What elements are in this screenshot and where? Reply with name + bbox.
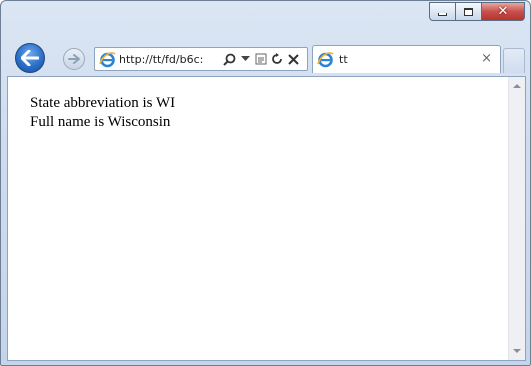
compatibility-view-icon[interactable] (253, 50, 269, 68)
scroll-up-icon[interactable] (513, 84, 521, 88)
maximize-button[interactable] (456, 2, 482, 21)
close-icon: ✕ (497, 4, 509, 19)
browser-window: ✕ http://tt/fd/b6c: tt × State abbreviat… (0, 0, 531, 366)
close-window-button[interactable]: ✕ (482, 2, 525, 21)
page-content: State abbreviation is WI Full name is Wi… (8, 77, 508, 360)
search-icon[interactable] (221, 50, 237, 68)
scroll-down-icon[interactable] (513, 349, 521, 353)
new-tab-button[interactable] (503, 48, 525, 73)
tab-ie-logo-icon (317, 52, 334, 68)
dropdown-icon[interactable] (237, 50, 253, 68)
forward-button[interactable] (63, 48, 85, 70)
forward-arrow-icon (68, 54, 80, 64)
back-arrow-icon (21, 50, 39, 66)
refresh-icon[interactable] (269, 50, 285, 68)
title-bar: ✕ (1, 1, 530, 39)
window-controls: ✕ (429, 2, 525, 21)
address-bar[interactable]: http://tt/fd/b6c: (94, 47, 308, 71)
tab-active[interactable]: tt × (312, 45, 501, 73)
back-button[interactable] (15, 43, 45, 73)
maximize-icon (464, 7, 473, 16)
ie-logo-icon (99, 51, 116, 67)
minimize-icon (438, 13, 447, 16)
tab-close-icon[interactable]: × (481, 52, 492, 65)
address-tools (221, 50, 301, 68)
state-abbreviation-text: State abbreviation is WI (30, 95, 176, 111)
tab-title: tt (339, 53, 348, 66)
navigation-bar: http://tt/fd/b6c: tt × (1, 39, 530, 75)
address-url[interactable]: http://tt/fd/b6c: (119, 53, 219, 66)
page-viewport: State abbreviation is WI Full name is Wi… (7, 76, 526, 361)
state-full-name-text: Full name is Wisconsin (30, 114, 171, 130)
vertical-scrollbar[interactable] (508, 77, 525, 360)
minimize-button[interactable] (429, 2, 456, 21)
stop-icon[interactable] (285, 50, 301, 68)
